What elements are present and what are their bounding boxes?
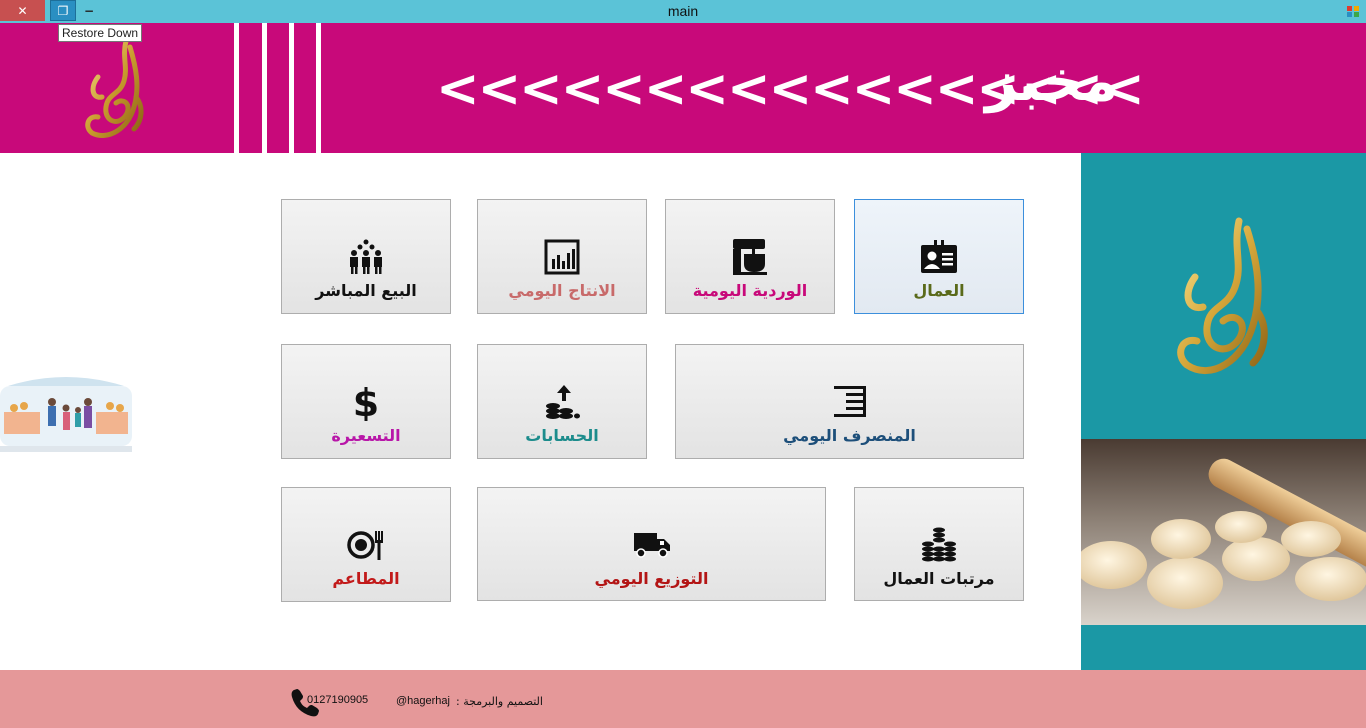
daily-shift-label: الوردية اليومية — [692, 281, 808, 300]
pricing-label: التسعيرة — [331, 426, 401, 445]
restore-down-tooltip: Restore Down — [58, 24, 143, 42]
accounts-label: الحسابات — [525, 426, 599, 445]
bakery-shop-illustration — [0, 377, 132, 452]
direct-sale-label: البيع المباشر — [315, 281, 417, 300]
calligraphy-logo — [85, 38, 144, 138]
header-stripe — [316, 23, 321, 153]
worker-salaries-button[interactable]: مرتبات العمال — [854, 487, 1024, 601]
worker-salaries-label: مرتبات العمال — [883, 569, 995, 588]
align-right-icon — [832, 383, 868, 421]
workers-label: العمال — [913, 281, 965, 300]
header-banner: <<<<<<<<<<<<<<<<< مخبز — [0, 23, 1366, 153]
phone-number: 0127190905 — [307, 694, 369, 706]
svg-text:$: $ — [353, 383, 379, 421]
title-bar: ✕ ❐ − main — [0, 0, 1366, 23]
daily-production-label: الانتاج اليومي — [508, 281, 616, 300]
daily-production-button[interactable]: الانتاج اليومي — [477, 199, 647, 314]
window-title: main — [667, 3, 699, 19]
id-badge-icon — [920, 238, 958, 276]
accounts-button[interactable]: الحسابات — [477, 344, 647, 459]
workers-button[interactable]: العمال — [854, 199, 1024, 314]
credit-label: التصميم والبرمجة : — [456, 695, 543, 708]
header-stripe — [289, 23, 294, 153]
daily-expense-button[interactable]: المنصرف اليومي — [675, 344, 1024, 459]
footer-bar — [0, 670, 1366, 728]
group-icon — [347, 238, 385, 276]
truck-icon — [633, 526, 671, 564]
restaurants-button[interactable]: المطاعم — [281, 487, 451, 602]
daily-distribution-button[interactable]: التوزيع اليومي — [477, 487, 826, 601]
plate-fork-icon — [347, 526, 385, 564]
restaurants-label: المطاعم — [332, 569, 400, 588]
header-title: مخبز — [985, 49, 1118, 114]
main-window: ✕ ❐ − main Restore Down <<<<<<<<<<<<<<<<… — [0, 0, 1366, 728]
daily-expense-label: المنصرف اليومي — [783, 426, 916, 445]
direct-sale-button[interactable]: البيع المباشر — [281, 199, 451, 314]
coins-up-icon — [544, 383, 580, 421]
pricing-button[interactable]: $ التسعيرة — [281, 344, 451, 459]
coin-stacks-icon — [921, 526, 957, 564]
daily-distribution-label: التوزيع اليومي — [594, 569, 709, 588]
designer-handle: @hagerhaj — [396, 695, 450, 707]
mixer-icon — [732, 238, 768, 276]
side-calligraphy-logo — [1177, 217, 1268, 374]
app-icon — [1347, 6, 1359, 17]
dollar-icon: $ — [351, 383, 381, 421]
bar-chart-icon — [544, 238, 580, 276]
bread-dough-photo — [1081, 439, 1366, 625]
header-stripe — [234, 23, 239, 153]
daily-shift-button[interactable]: الوردية اليومية — [665, 199, 835, 314]
header-stripe — [262, 23, 267, 153]
